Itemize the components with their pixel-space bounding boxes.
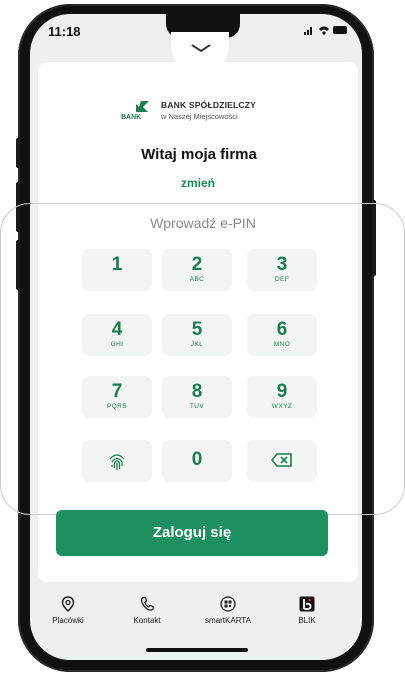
nav-label: BLIK <box>298 616 316 625</box>
nav-blik[interactable]: BLIK <box>272 596 342 625</box>
login-button[interactable]: Zaloguj się <box>56 510 328 556</box>
nav-label: Kontakt <box>133 616 161 625</box>
change-link[interactable]: zmień <box>150 176 246 190</box>
chevron-down-icon[interactable] <box>186 40 216 58</box>
status-icons <box>304 24 348 39</box>
signal-wifi-battery-icon <box>304 26 347 35</box>
phone-icon <box>140 596 154 611</box>
nav-kontakt[interactable]: Kontakt <box>112 596 182 625</box>
status-time: 11:18 <box>48 24 81 39</box>
keypad-highlight-frame <box>0 203 405 515</box>
blik-icon <box>299 596 315 612</box>
location-pin-icon <box>61 596 75 612</box>
nav-label: smartKARTA <box>205 616 251 625</box>
nav-placowki[interactable]: Placówki <box>33 596 103 625</box>
logo-mark-text: BANK <box>121 114 142 121</box>
home-indicator <box>146 648 248 652</box>
bank-subtitle: w Naszej Miejscowości <box>161 112 238 121</box>
nav-smartkarta[interactable]: smartKARTA <box>193 596 263 625</box>
nav-label: Placówki <box>52 616 84 625</box>
smartkarta-icon <box>220 596 236 612</box>
bank-name: BANK SPÓŁDZIELCZY <box>161 100 257 110</box>
welcome-heading: Witaj moja firma <box>141 146 257 163</box>
phone-side-button <box>16 138 20 168</box>
